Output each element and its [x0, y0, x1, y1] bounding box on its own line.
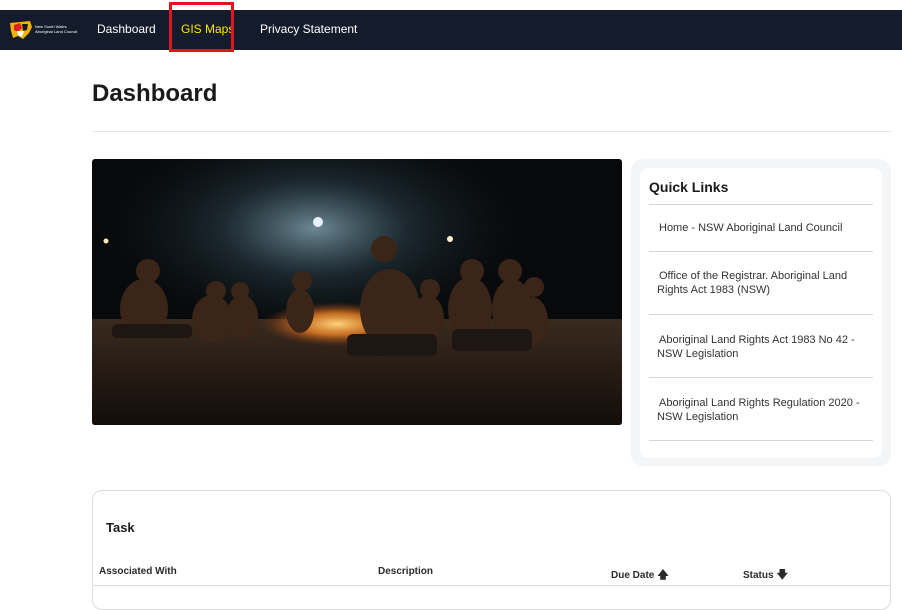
column-header-status[interactable]: Status 🡇 — [743, 566, 788, 585]
quick-link-alr-regulation-2020[interactable]: Aboriginal Land Rights Regulation 2020 -… — [649, 396, 875, 424]
table-header-divider — [93, 585, 890, 586]
logo-text-line-2: Aboriginal Land Council — [35, 29, 78, 34]
logo-text: New South Wales Aboriginal Land Council — [35, 24, 81, 34]
due-date-label: Due Date — [611, 570, 655, 581]
task-panel — [92, 490, 891, 610]
quick-links-divider — [649, 377, 873, 378]
column-header-associated-with[interactable]: Associated With — [99, 566, 177, 577]
page-title: Dashboard — [92, 80, 218, 107]
top-navigation-bar: New South Wales Aboriginal Land Council … — [0, 10, 902, 50]
quick-links-divider — [649, 314, 873, 315]
quick-links-divider — [649, 251, 873, 252]
column-header-description[interactable]: Description — [378, 566, 433, 577]
quick-links-title: Quick Links — [649, 179, 729, 195]
quick-link-alra-1983[interactable]: Aboriginal Land Rights Act 1983 No 42 - … — [649, 333, 875, 361]
quick-link-nswalc-home[interactable]: Home - NSW Aboriginal Land Council — [649, 221, 875, 235]
quick-link-office-registrar[interactable]: Office of the Registrar. Aboriginal Land… — [649, 269, 875, 297]
title-divider — [92, 131, 892, 132]
column-header-due-date[interactable]: Due Date 🡅 — [611, 566, 669, 585]
nsw-map-logo-icon — [10, 21, 32, 39]
nswalc-logo[interactable]: New South Wales Aboriginal Land Council — [8, 17, 80, 43]
arrow-down-icon[interactable]: 🡇 — [777, 569, 788, 581]
nav-privacy-statement[interactable]: Privacy Statement — [260, 10, 357, 50]
arrow-up-icon[interactable]: 🡅 — [657, 569, 668, 581]
campfire-gathering-image — [92, 159, 622, 425]
quick-links-divider — [649, 440, 873, 441]
nav-dashboard[interactable]: Dashboard — [97, 10, 156, 50]
task-title: Task — [106, 520, 135, 535]
quick-links-divider — [649, 204, 873, 205]
gis-maps-highlight-box — [169, 2, 234, 52]
status-label: Status — [743, 570, 774, 581]
hero-image — [92, 159, 622, 425]
